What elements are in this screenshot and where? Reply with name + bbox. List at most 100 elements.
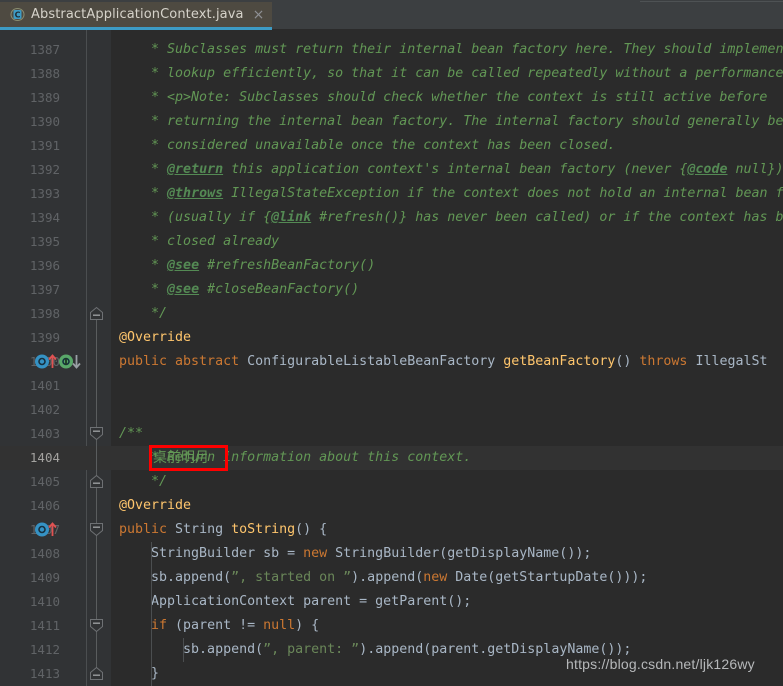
code-line-1392[interactable]: 1392 * @return this application context'… <box>0 158 783 182</box>
line-number-1391: 1391 <box>29 138 60 153</box>
code-line-1397[interactable]: 1397 * @see #closeBeanFactory() <box>0 278 783 302</box>
watermark-url: https://blog.csdn.net/ljk126wy <box>566 656 755 672</box>
code-text-1397: * @see #closeBeanFactory() <box>119 282 360 297</box>
code-line-1399[interactable]: 1399 @Override <box>0 326 783 350</box>
implemented-method-icon[interactable] <box>58 353 88 370</box>
line-number-1405: 1405 <box>29 474 60 489</box>
code-line-1408[interactable]: 1408 StringBuilder sb = new StringBuilde… <box>0 542 783 566</box>
close-icon[interactable]: × <box>250 8 265 22</box>
line-number-1393: 1393 <box>29 186 60 201</box>
line-number-1394: 1394 <box>29 210 60 225</box>
fold-connector-line <box>96 438 97 478</box>
fold-start-icon[interactable] <box>88 521 105 538</box>
line-number-1413: 1413 <box>29 666 60 681</box>
code-line-1387[interactable]: 1387 * Subclasses must return their inte… <box>0 38 783 62</box>
java-class-icon: C <box>10 7 25 22</box>
editor-tab-bar: C AbstractApplicationContext.java × <box>0 0 783 30</box>
code-text-1394: * (usually if {@link #refresh()} has nev… <box>119 210 783 225</box>
fold-end-icon[interactable] <box>88 665 105 682</box>
line-number-1392: 1392 <box>29 162 60 177</box>
line-number-1408: 1408 <box>29 546 60 561</box>
code-line-1403[interactable]: 1403 /** <box>0 422 783 446</box>
code-line-1401[interactable]: 1401 <box>0 374 783 398</box>
code-text-1400: public abstract ConfigurableListableBean… <box>119 354 768 369</box>
line-number-1389: 1389 <box>29 90 60 105</box>
line-number-1395: 1395 <box>29 234 60 249</box>
line-number-1402: 1402 <box>29 402 60 417</box>
code-text-1408: StringBuilder sb = new StringBuilder(get… <box>119 546 592 561</box>
fold-start-icon[interactable] <box>88 617 105 634</box>
code-text-1390: * returning the internal bean factory. T… <box>119 114 783 129</box>
fold-end-icon[interactable] <box>88 473 105 490</box>
fold-connector-line <box>96 534 97 622</box>
tabbar-divider <box>640 1 783 2</box>
line-number-1401: 1401 <box>29 378 60 393</box>
code-line-1406[interactable]: 1406 @Override <box>0 494 783 518</box>
code-text-1395: * closed already <box>119 234 280 249</box>
svg-text:C: C <box>15 10 21 19</box>
code-line-1388[interactable]: 1388 * lookup efficiently, so that it ca… <box>0 62 783 86</box>
line-number-1396: 1396 <box>29 258 60 273</box>
ide-editor-window: C AbstractApplicationContext.java × 1387… <box>0 0 783 686</box>
annotation-text: 桌前明月 <box>153 450 209 466</box>
code-editor[interactable]: 1387 * Subclasses must return their inte… <box>0 30 783 686</box>
line-number-1412: 1412 <box>29 642 60 657</box>
overriding-method-icon[interactable] <box>34 521 64 538</box>
editor-tab-abstractapplicationcontext[interactable]: C AbstractApplicationContext.java × <box>0 2 273 30</box>
code-line-1407[interactable]: 1407public String toString() { <box>0 518 783 542</box>
code-text-1410: ApplicationContext parent = getParent(); <box>119 594 472 609</box>
code-line-1390[interactable]: 1390 * returning the internal bean facto… <box>0 110 783 134</box>
code-text-1392: * @return this application context's int… <box>119 162 783 177</box>
line-number-1388: 1388 <box>29 66 60 81</box>
line-number-1390: 1390 <box>29 114 60 129</box>
code-text-1403: /** <box>119 426 144 441</box>
code-line-1409[interactable]: 1409 sb.append(”, started on ”).append(n… <box>0 566 783 590</box>
indent-guide <box>183 638 184 662</box>
code-line-1410[interactable]: 1410 ApplicationContext parent = getPare… <box>0 590 783 614</box>
code-text-1413: } <box>119 666 160 681</box>
fold-end-icon[interactable] <box>88 305 105 322</box>
code-line-1389[interactable]: 1389 * <p>Note: Subclasses should check … <box>0 86 783 110</box>
line-number-1403: 1403 <box>29 426 60 441</box>
fold-connector-line <box>96 318 97 430</box>
code-text-1391: * considered unavailable once the contex… <box>119 138 616 153</box>
line-number-1399: 1399 <box>29 330 60 345</box>
code-line-1394[interactable]: 1394 * (usually if {@link #refresh()} ha… <box>0 206 783 230</box>
code-line-1400[interactable]: 1400public abstract ConfigurableListable… <box>0 350 783 374</box>
code-text-1407: public String toString() { <box>119 522 328 537</box>
code-text-1387: * Subclasses must return their internal … <box>119 42 783 57</box>
editor-tab-label: AbstractApplicationContext.java <box>31 7 244 22</box>
code-text-1399: @Override <box>119 330 192 345</box>
line-number-1409: 1409 <box>29 570 60 585</box>
fold-connector-line <box>96 630 97 670</box>
code-line-1393[interactable]: 1393 * @throws IllegalStateException if … <box>0 182 783 206</box>
code-text-1396: * @see #refreshBeanFactory() <box>119 258 376 273</box>
code-line-1402[interactable]: 1402 <box>0 398 783 422</box>
code-line-1396[interactable]: 1396 * @see #refreshBeanFactory() <box>0 254 783 278</box>
code-text-1389: * <p>Note: Subclasses should check wheth… <box>119 90 768 105</box>
line-number-1411: 1411 <box>29 618 60 633</box>
code-text-1411: if (parent != null) { <box>119 618 320 633</box>
line-number-1397: 1397 <box>29 282 60 297</box>
code-line-1411[interactable]: 1411 if (parent != null) { <box>0 614 783 638</box>
code-text-1412: sb.append(”, parent: ”).append(parent.ge… <box>119 642 632 657</box>
code-text-1388: * lookup efficiently, so that it can be … <box>119 66 783 81</box>
code-text-1405: */ <box>119 474 168 489</box>
line-number-1406: 1406 <box>29 498 60 513</box>
line-number-1387: 1387 <box>29 42 60 57</box>
code-line-1404[interactable]: 1404 * Return information about this con… <box>0 446 783 470</box>
code-line-1391[interactable]: 1391 * considered unavailable once the c… <box>0 134 783 158</box>
code-line-1405[interactable]: 1405 */ <box>0 470 783 494</box>
code-text-1406: @Override <box>119 498 192 513</box>
code-text-1398: */ <box>119 306 168 321</box>
code-line-1395[interactable]: 1395 * closed already <box>0 230 783 254</box>
indent-guide <box>151 542 152 686</box>
line-number-1404: 1404 <box>29 450 60 465</box>
code-line-1398[interactable]: 1398 */ <box>0 302 783 326</box>
line-number-1398: 1398 <box>29 306 60 321</box>
line-number-1410: 1410 <box>29 594 60 609</box>
fold-connector-line <box>96 486 97 526</box>
fold-start-icon[interactable] <box>88 425 105 442</box>
code-text-1409: sb.append(”, started on ”).append(new Da… <box>119 570 648 585</box>
code-text-1393: * @throws IllegalStateException if the c… <box>119 186 783 201</box>
